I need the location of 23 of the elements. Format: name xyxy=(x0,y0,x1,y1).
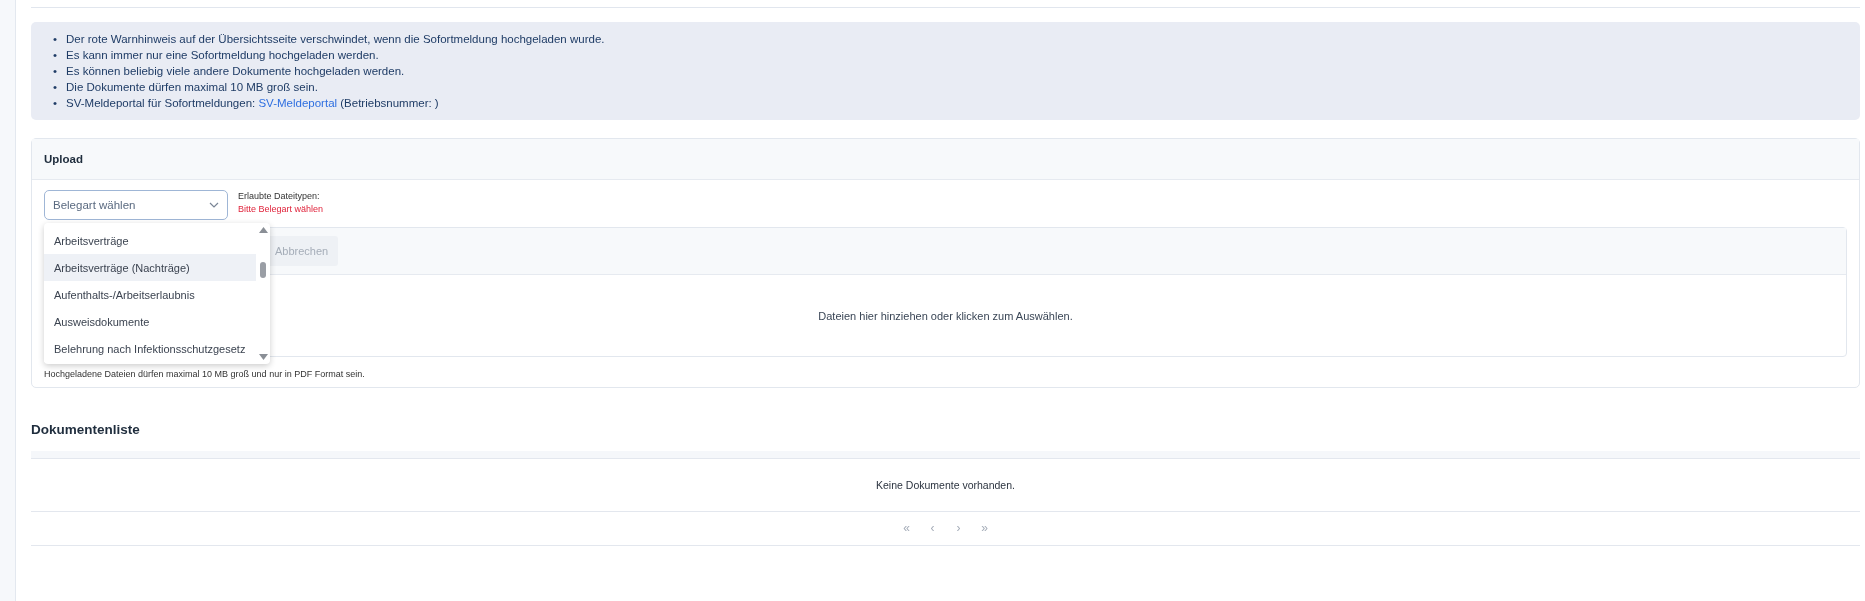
chevron-icon xyxy=(209,202,219,208)
notice-text: Es kann immer nur eine Sofortmeldung hochgeladen werden. xyxy=(66,48,379,63)
bullet-mark: • xyxy=(53,64,58,79)
notice-text: Die Dokumente dürfen maximal 10 MB groß sein. xyxy=(66,80,318,95)
bullet-mark: • xyxy=(53,48,58,63)
notice-text: Es können beliebig viele andere Dokumente hochgeladen werden. xyxy=(66,64,405,79)
upload-hint: Hochgeladene Dateien dürfen maximal 10 MB groß und nur in PDF Format sein. xyxy=(44,369,366,379)
empty-message: Keine Dokumente vorhanden. xyxy=(876,479,1015,491)
allowed-types-note: Erlaubte Dateitypen: Bitte Belegart wählen xyxy=(238,190,325,216)
section-title: Dokumentenliste xyxy=(31,422,141,437)
portal-link[interactable]: SV-Meldeportal xyxy=(258,97,338,109)
notice-text: Der rote Warnhinweis auf der Übersichtsseite verschwindet, wenn die Sofortmeldung hochgeladen wurde. xyxy=(66,32,605,47)
card-title: Upload xyxy=(32,139,1859,180)
dropzone-text: Dateien hier hinziehen oder klicken zum Auswählen. xyxy=(818,309,1073,322)
scroll-down-icon[interactable] xyxy=(258,354,268,360)
bullet-mark: • xyxy=(53,32,58,47)
document-type-select[interactable]: Belegart wählen xyxy=(44,190,228,220)
bullet-mark: • xyxy=(53,96,58,111)
dropdown-option[interactable]: Arbeitsverträge (Nachträge) xyxy=(44,254,256,281)
notice-text: SV-Meldeportal für Sofortmeldungen: SV-Meldeportal (Betriebsnummer: ) xyxy=(66,96,439,111)
scroll-up-icon[interactable] xyxy=(258,227,268,233)
bullet-mark: • xyxy=(53,80,58,95)
scrollbar-thumb[interactable] xyxy=(260,261,266,278)
